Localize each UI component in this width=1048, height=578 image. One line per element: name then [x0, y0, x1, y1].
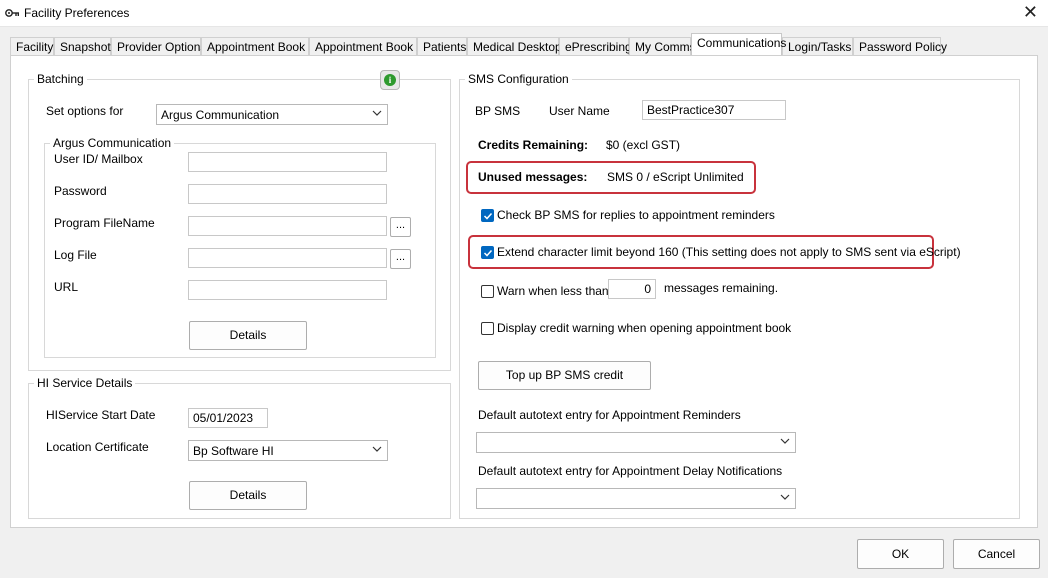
program-filename-input[interactable] [188, 216, 387, 236]
tab-eprescribing[interactable]: ePrescribing [559, 37, 632, 56]
program-browse-button[interactable]: ... [390, 217, 411, 237]
url-label: URL [54, 280, 79, 294]
autotext-delay-label: Default autotext entry for Appointment D… [478, 464, 783, 478]
hi-details-button[interactable]: Details [189, 481, 307, 510]
check-replies-label: Check BP SMS for replies to appointment … [497, 208, 775, 222]
log-file-input[interactable] [188, 248, 387, 268]
check-replies-checkbox[interactable] [481, 209, 494, 222]
set-options-select[interactable]: Argus Communication [156, 104, 388, 125]
checkmark-icon [483, 249, 493, 257]
extend-limit-checkbox[interactable] [481, 246, 494, 259]
tab-provider-options[interactable]: Provider Options [111, 37, 206, 56]
sms-configuration-title: SMS Configuration [465, 72, 572, 86]
chevron-down-icon [780, 494, 790, 500]
title-bar: Facility Preferences ✕ [0, 0, 1048, 27]
tab-password-policy[interactable]: Password Policy [853, 37, 947, 56]
tab-login-tasks[interactable]: Login/Tasks [782, 37, 853, 56]
location-certificate-select[interactable]: Bp Software HI [188, 440, 388, 461]
extend-limit-label: Extend character limit beyond 160 (This … [497, 245, 961, 259]
unused-messages-value: SMS 0 / eScript Unlimited [607, 170, 744, 184]
url-input[interactable] [188, 280, 387, 300]
tab-appointment-book-1[interactable]: Appointment Book 1 [201, 37, 315, 56]
tab-my-comms[interactable]: My Comms [629, 37, 696, 56]
password-label: Password [54, 184, 107, 198]
program-filename-label: Program FileName [54, 216, 155, 230]
log-file-label: Log File [54, 248, 97, 262]
hi-start-date-input[interactable] [188, 408, 268, 428]
tab-appointment-book-2[interactable]: Appointment Book 2 [309, 37, 423, 56]
ok-button[interactable]: OK [857, 539, 944, 569]
password-input[interactable] [188, 184, 387, 204]
credits-remaining-value: $0 (excl GST) [606, 138, 681, 152]
warn-threshold-input[interactable] [608, 279, 656, 299]
bp-sms-label: BP SMS [475, 104, 521, 118]
warn-label: Warn when less than [497, 284, 609, 298]
tab-communications[interactable]: Communications [691, 33, 786, 55]
hi-service-title: HI Service Details [34, 376, 136, 390]
cancel-button[interactable]: Cancel [953, 539, 1040, 569]
autotext-reminders-label: Default autotext entry for Appointment R… [478, 408, 741, 422]
autotext-delay-select[interactable] [476, 488, 796, 509]
user-id-input[interactable] [188, 152, 387, 172]
tab-patients[interactable]: Patients [417, 37, 467, 56]
location-certificate-label: Location Certificate [46, 440, 149, 454]
user-name-input[interactable] [642, 100, 786, 120]
warn-checkbox[interactable] [481, 285, 494, 298]
checkmark-icon [483, 212, 493, 220]
unused-messages-label: Unused messages: [478, 170, 588, 184]
batching-title: Batching [34, 72, 87, 86]
credits-remaining-label: Credits Remaining: [478, 138, 589, 152]
log-browse-button[interactable]: ... [390, 249, 411, 269]
chevron-down-icon [372, 110, 382, 116]
app-key-icon [5, 9, 20, 17]
warn-suffix-label: messages remaining. [664, 281, 779, 295]
user-name-label: User Name [549, 104, 610, 118]
chevron-down-icon [372, 446, 382, 452]
set-options-label: Set options for [46, 104, 124, 118]
close-icon[interactable]: ✕ [1023, 2, 1038, 22]
tab-medical-desktop[interactable]: Medical Desktop [467, 37, 562, 56]
tab-facility[interactable]: Facility [10, 37, 54, 56]
window-title: Facility Preferences [24, 6, 130, 20]
hi-start-date-label: HIService Start Date [46, 408, 156, 422]
top-up-button[interactable]: Top up BP SMS credit [478, 361, 651, 390]
chevron-down-icon [780, 438, 790, 444]
tab-snapshot[interactable]: Snapshot [54, 37, 111, 56]
display-warning-checkbox[interactable] [481, 322, 494, 335]
display-warning-label: Display credit warning when opening appo… [497, 321, 792, 335]
user-id-label: User ID/ Mailbox [54, 152, 143, 166]
info-icon[interactable]: i [380, 70, 400, 90]
argus-details-button[interactable]: Details [189, 321, 307, 350]
argus-title: Argus Communication [50, 136, 175, 150]
autotext-reminders-select[interactable] [476, 432, 796, 453]
